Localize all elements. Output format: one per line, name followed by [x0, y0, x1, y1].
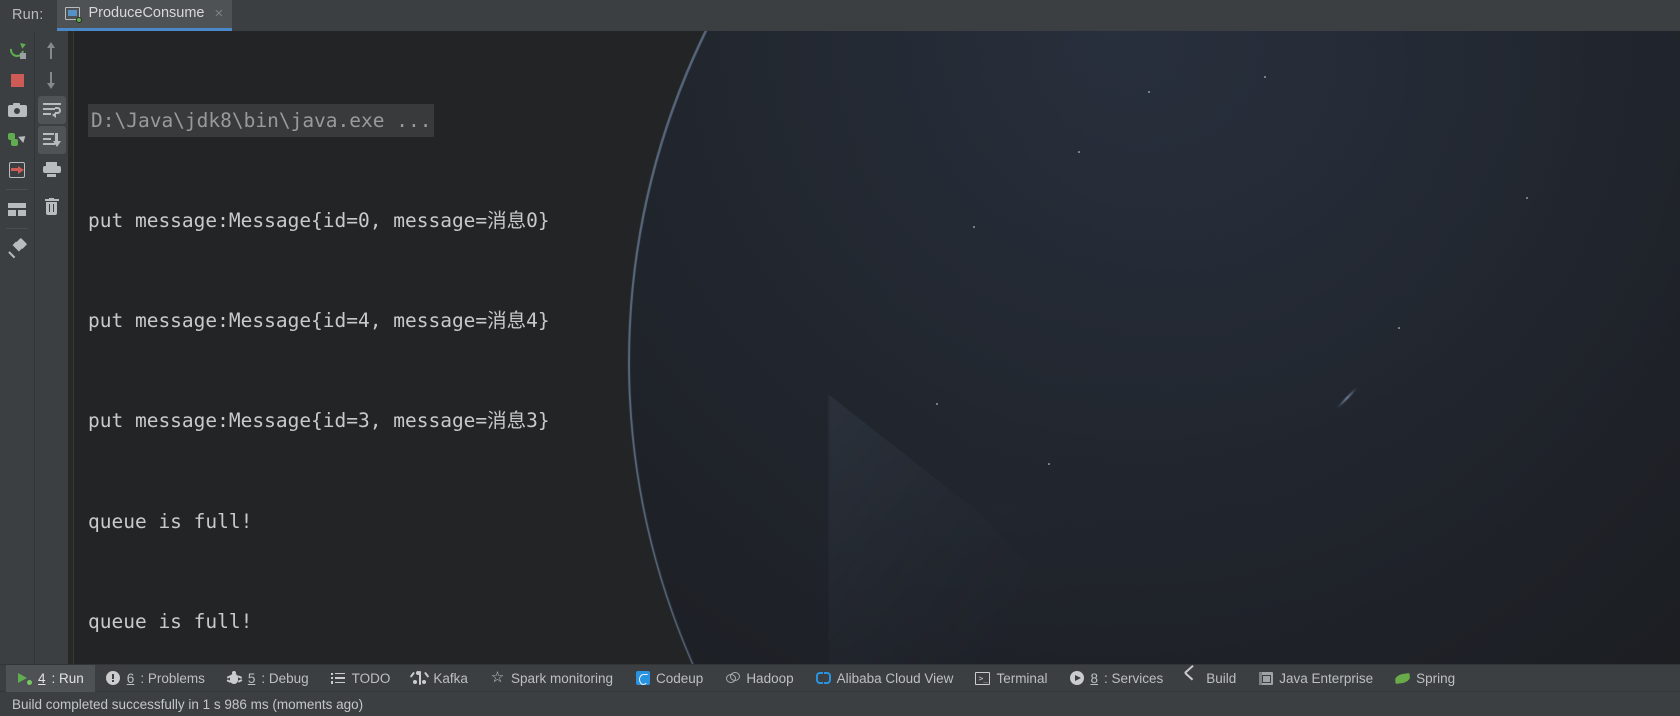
- kafka-icon: [410, 670, 430, 686]
- tool-window-terminal[interactable]: >_ Terminal: [964, 665, 1058, 692]
- console-line: put message:Message{id=4, message=消息4}: [88, 309, 550, 333]
- camera-icon: [7, 103, 27, 117]
- console-text: D:\Java\jdk8\bin\java.exe ... put messag…: [68, 31, 1680, 664]
- tool-window-debug[interactable]: 5 : Debug: [216, 665, 320, 692]
- tool-window-label: Terminal: [996, 670, 1048, 686]
- problems-icon: [106, 671, 121, 686]
- todo-list-icon: [331, 671, 346, 686]
- tool-window-mnemonic: 5: [247, 670, 256, 686]
- tool-window-label: Hadoop: [746, 670, 794, 686]
- toolbar-column-secondary: [34, 31, 68, 664]
- command-line-text: D:\Java\jdk8\bin\java.exe ...: [88, 103, 435, 138]
- tool-window-label: Spring: [1416, 670, 1456, 686]
- stop-button[interactable]: [3, 66, 31, 94]
- scroll-to-end-button[interactable]: [37, 126, 66, 154]
- print-button[interactable]: [38, 156, 66, 184]
- java-enterprise-icon: [1258, 671, 1273, 686]
- run-body: D:\Java\jdk8\bin\java.exe ... put messag…: [0, 31, 1680, 664]
- tool-window-bar: 4 : Run 6 : Problems 5 : Debug TODO Kafk…: [0, 664, 1680, 692]
- close-icon[interactable]: ×: [215, 6, 224, 21]
- thread-dump-icon: [8, 132, 28, 149]
- console-command-line: D:\Java\jdk8\bin\java.exe ...: [88, 103, 1680, 138]
- scroll-to-end-icon: [42, 133, 61, 147]
- debug-bug-icon: [227, 671, 242, 686]
- tool-window-java-enterprise[interactable]: Java Enterprise: [1247, 665, 1384, 692]
- tool-window-label: Java Enterprise: [1279, 670, 1374, 686]
- layout-button[interactable]: [3, 195, 31, 223]
- tool-window-label: : Run: [51, 670, 84, 686]
- tool-window-spring[interactable]: Spring: [1384, 665, 1466, 692]
- tool-window-alibaba-cloud-view[interactable]: Alibaba Cloud View: [805, 665, 965, 692]
- tool-window-kafka[interactable]: Kafka: [401, 665, 479, 692]
- tool-window-problems[interactable]: 6 : Problems: [95, 665, 216, 692]
- pin-icon: [7, 237, 27, 258]
- tool-window-todo[interactable]: TODO: [320, 665, 402, 692]
- tool-window-mnemonic: 4: [38, 670, 46, 686]
- tool-window-codeup[interactable]: Codeup: [624, 665, 714, 692]
- screenshot-button[interactable]: [3, 96, 31, 124]
- terminal-icon: >_: [975, 671, 991, 686]
- run-tabbar: Run: ProduceConsume ×: [0, 0, 1680, 31]
- tool-window-services[interactable]: 8 : Services: [1058, 665, 1174, 692]
- console-line: put message:Message{id=0, message=消息0}: [88, 209, 550, 233]
- tool-window-build[interactable]: Build: [1174, 664, 1247, 692]
- arrow-down-icon: [45, 71, 58, 89]
- services-icon: [1069, 671, 1084, 686]
- hadoop-elephant-icon: [725, 671, 741, 686]
- tool-window-label: : Debug: [261, 670, 309, 686]
- up-arrow-button[interactable]: [38, 36, 66, 64]
- tab-produce-consume[interactable]: ProduceConsume ×: [57, 0, 233, 31]
- tool-window-label: : Problems: [140, 670, 205, 686]
- tool-window-hadoop[interactable]: Hadoop: [714, 665, 804, 692]
- down-arrow-button[interactable]: [38, 66, 66, 94]
- status-bar: Build completed successfully in 1 s 986 …: [0, 691, 1680, 716]
- arrow-up-icon: [45, 41, 58, 59]
- tool-window-run[interactable]: 4 : Run: [6, 664, 95, 692]
- export-icon: [8, 162, 26, 178]
- soft-wrap-button[interactable]: [37, 96, 66, 124]
- tool-window-mnemonic: 6: [126, 670, 135, 686]
- tool-window-spark-monitoring[interactable]: ☆ Spark monitoring: [479, 665, 624, 692]
- console-line: put message:Message{id=3, message=消息3}: [88, 409, 550, 433]
- build-hammer-icon: [1184, 664, 1200, 686]
- console-line: queue is full!: [88, 509, 253, 533]
- run-configuration-icon: [65, 6, 83, 23]
- printer-icon: [42, 162, 61, 178]
- console-output-area[interactable]: D:\Java\jdk8\bin\java.exe ... put messag…: [68, 31, 1680, 664]
- rerun-button[interactable]: [3, 36, 31, 64]
- tool-window-label: Build: [1206, 670, 1237, 686]
- tool-window-label: : Services: [1103, 670, 1164, 686]
- run-icon: [17, 671, 32, 686]
- toolbar-divider: [6, 189, 28, 190]
- status-message: Build completed successfully in 1 s 986 …: [12, 696, 364, 712]
- rerun-icon: [6, 39, 27, 60]
- pin-tab-button[interactable]: [3, 234, 31, 262]
- codeup-icon: [635, 671, 650, 686]
- spring-leaf-icon: [1394, 671, 1411, 686]
- tool-window-mnemonic: 8: [1090, 670, 1098, 686]
- stop-square-icon: [10, 73, 24, 87]
- spark-star-icon: ☆: [490, 669, 505, 686]
- thread-dump-button[interactable]: [3, 126, 31, 154]
- alibaba-cloud-icon: [815, 671, 831, 686]
- soft-wrap-icon: [42, 103, 61, 118]
- tool-window-label: Kafka: [433, 670, 468, 686]
- tool-window-label: TODO: [351, 670, 391, 686]
- console-line: queue is full!: [88, 609, 253, 633]
- toolbar-divider-2: [6, 228, 28, 229]
- run-label: Run:: [12, 7, 44, 23]
- run-tool-window: Run: ProduceConsume × D:\Java\jdk8\bin\j…: [0, 0, 1680, 716]
- run-left-toolbar: [0, 31, 68, 664]
- tab-title: ProduceConsume: [88, 4, 205, 21]
- tool-window-label: Spark monitoring: [510, 670, 614, 686]
- trash-icon: [44, 197, 59, 215]
- clear-all-button[interactable]: [38, 192, 66, 220]
- tool-window-label: Alibaba Cloud View: [836, 670, 954, 686]
- layout-icon: [8, 202, 26, 216]
- tool-window-label: Codeup: [656, 670, 704, 686]
- toolbar-column-primary: [0, 31, 34, 664]
- export-button[interactable]: [3, 156, 31, 184]
